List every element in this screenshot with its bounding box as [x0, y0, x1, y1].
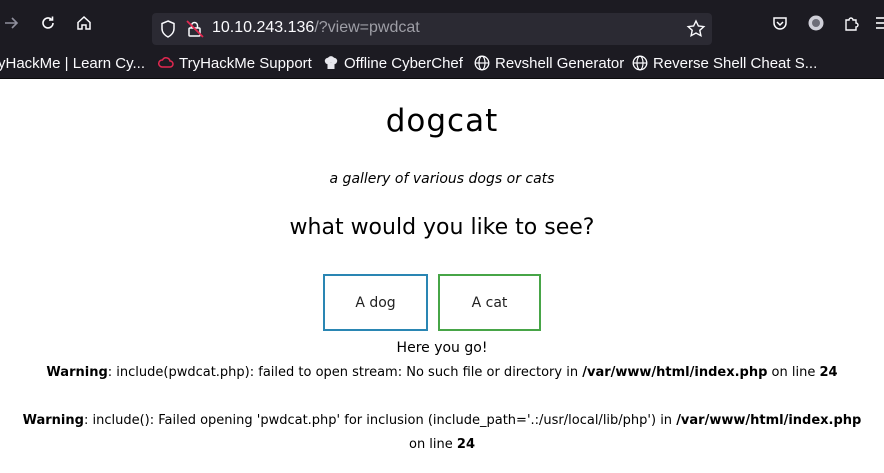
- url-bar[interactable]: 10.10.243.136/?view=pwdcat: [152, 13, 712, 45]
- bookmark-star-icon[interactable]: [686, 19, 706, 43]
- bookmark-label: TryHackMe Support: [179, 54, 312, 72]
- chef-icon: [323, 55, 339, 71]
- page-content: dogcat a gallery of various dogs or cats…: [0, 79, 884, 473]
- warning-label: Warning: [22, 413, 84, 428]
- page-subtitle: a gallery of various dogs or cats: [329, 171, 555, 187]
- bookmark-tryhackme[interactable]: yHackMe | Learn Cy...: [0, 53, 145, 73]
- warning-on-line: on line: [408, 437, 457, 452]
- globe-icon: [632, 55, 648, 71]
- insecure-lock-icon[interactable]: [186, 20, 204, 42]
- url-host: 10.10.243.136: [212, 19, 315, 36]
- pocket-icon[interactable]: [770, 13, 790, 33]
- menu-icon[interactable]: [874, 13, 884, 33]
- bookmarks-toolbar: yHackMe | Learn Cy... TryHackMe Support …: [0, 46, 884, 79]
- page-question: what would you like to see?: [289, 215, 595, 240]
- url-path: /?view=pwdcat: [314, 19, 420, 36]
- warning-line-number: 24: [819, 365, 838, 380]
- warning-line-number: 24: [456, 437, 475, 452]
- warning-label: Warning: [46, 365, 108, 380]
- warning-path: /var/www/html/index.php: [676, 413, 862, 428]
- dog-button[interactable]: A dog: [323, 274, 428, 331]
- bookmark-revshell-generator[interactable]: Revshell Generator: [474, 53, 624, 73]
- bookmark-label: Revshell Generator: [495, 54, 625, 72]
- url-text[interactable]: 10.10.243.136/?view=pwdcat: [212, 19, 420, 37]
- warning-path: /var/www/html/index.php: [582, 365, 768, 380]
- bookmark-label: yHackMe | Learn Cy...: [0, 54, 145, 72]
- reload-icon[interactable]: [38, 13, 58, 33]
- page-title: dogcat: [385, 103, 499, 139]
- extension-avatar-icon[interactable]: [806, 13, 826, 33]
- php-warning-1: Warning: include(pwdcat.php): failed to …: [0, 361, 884, 385]
- cloud-icon: [158, 56, 174, 70]
- cat-button[interactable]: A cat: [438, 274, 541, 331]
- warning-text: : include(): Failed opening 'pwdcat.php'…: [83, 413, 677, 428]
- here-you-go-text: Here you go!: [396, 340, 488, 356]
- forward-icon[interactable]: [2, 13, 22, 33]
- shield-icon[interactable]: [160, 20, 176, 42]
- bookmark-reverse-shell-cheat-sheet[interactable]: Reverse Shell Cheat S...: [632, 53, 817, 73]
- bookmark-tryhackme-support[interactable]: TryHackMe Support: [158, 53, 312, 73]
- bookmark-label: Reverse Shell Cheat S...: [653, 54, 818, 72]
- bookmark-label: Offline CyberChef: [344, 54, 463, 72]
- home-icon[interactable]: [74, 13, 94, 33]
- globe-icon: [474, 55, 490, 71]
- extensions-puzzle-icon[interactable]: [842, 13, 862, 33]
- warning-text: : include(pwdcat.php): failed to open st…: [107, 365, 583, 380]
- php-warning-2: Warning: include(): Failed opening 'pwdc…: [0, 409, 884, 457]
- bookmark-offline-cyberchef[interactable]: Offline CyberChef: [323, 53, 463, 73]
- warning-on-line: on line: [767, 365, 820, 380]
- browser-toolbar: 10.10.243.136/?view=pwdcat: [0, 0, 884, 46]
